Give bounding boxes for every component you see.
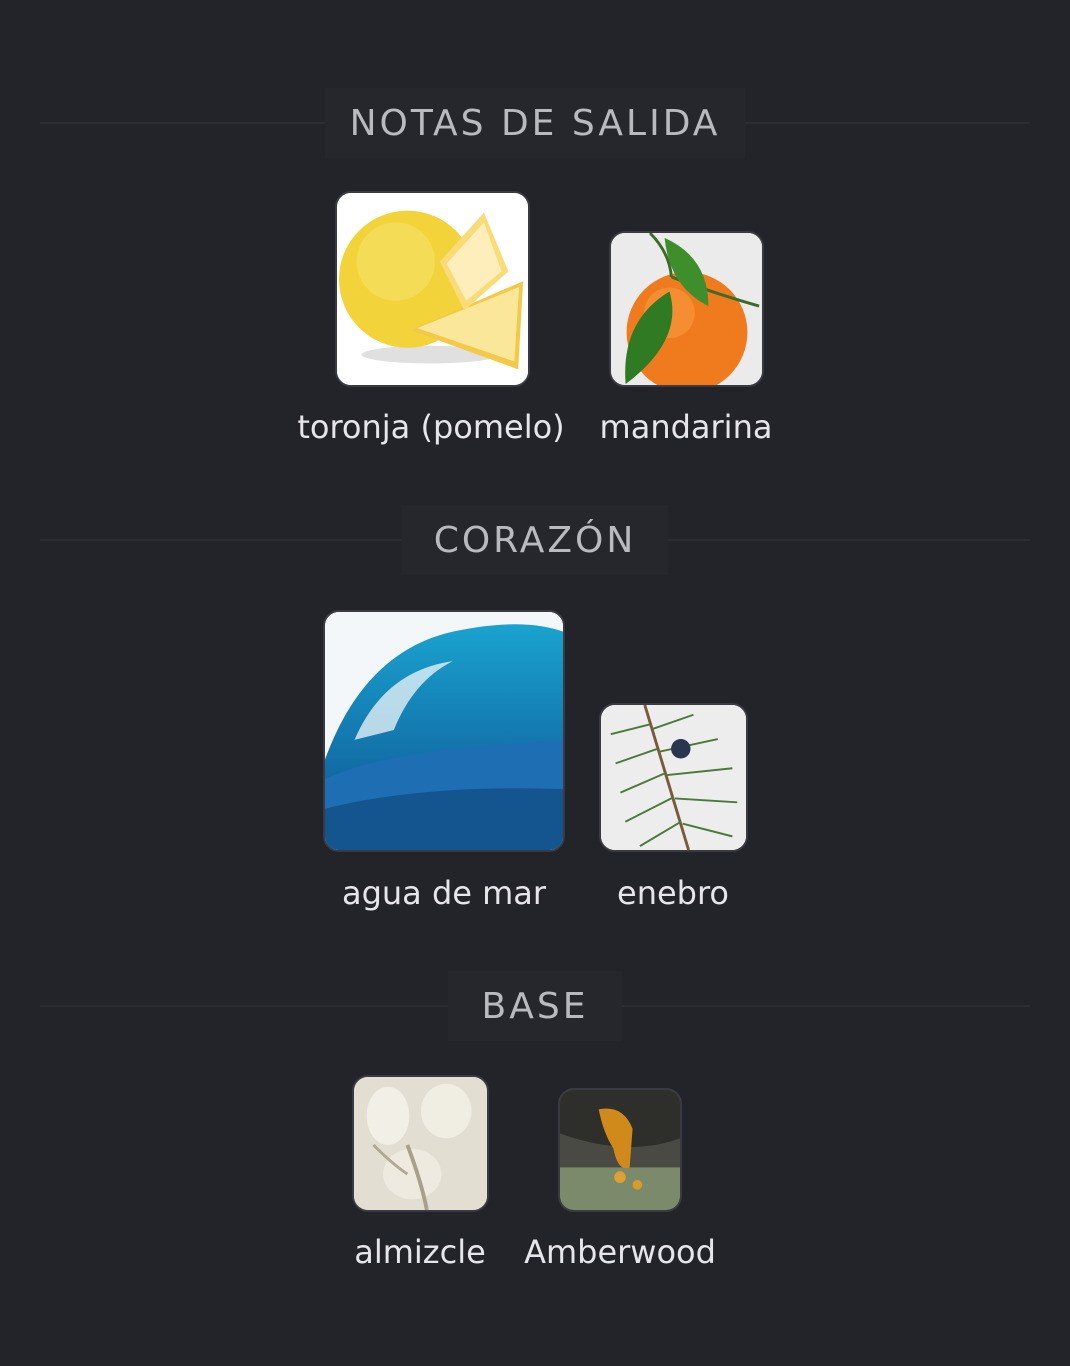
- section-title-box: CORAZÓN: [402, 505, 668, 575]
- section-title-box: NOTAS DE SALIDA: [325, 88, 745, 158]
- section-header-base-notes: BASE: [0, 971, 1070, 1041]
- grapefruit-icon: [335, 191, 530, 387]
- note-label: mandarina: [599, 408, 773, 446]
- note-label: toronja (pomelo): [297, 408, 565, 446]
- note-label: enebro: [617, 874, 729, 912]
- section-title: CORAZÓN: [433, 519, 637, 561]
- divider-right: [668, 539, 1030, 541]
- amberwood-icon: [558, 1088, 682, 1212]
- divider-left: [40, 122, 325, 124]
- divider-left: [40, 1005, 448, 1007]
- divider-right: [622, 1005, 1030, 1007]
- juniper-icon: [599, 703, 748, 852]
- divider-left: [40, 539, 402, 541]
- section-title: NOTAS DE SALIDA: [349, 102, 721, 144]
- note-label: almizcle: [354, 1233, 486, 1271]
- divider-right: [745, 122, 1030, 124]
- note-label: Amberwood: [524, 1233, 716, 1271]
- note-label: agua de mar: [341, 874, 547, 912]
- sea-water-icon: [323, 610, 565, 852]
- mandarin-icon: [609, 231, 764, 387]
- musk-icon: [352, 1075, 489, 1212]
- section-title-box: BASE: [448, 971, 622, 1041]
- section-title: BASE: [481, 985, 589, 1027]
- section-header-top-notes: NOTAS DE SALIDA: [0, 88, 1070, 158]
- section-header-heart-notes: CORAZÓN: [0, 505, 1070, 575]
